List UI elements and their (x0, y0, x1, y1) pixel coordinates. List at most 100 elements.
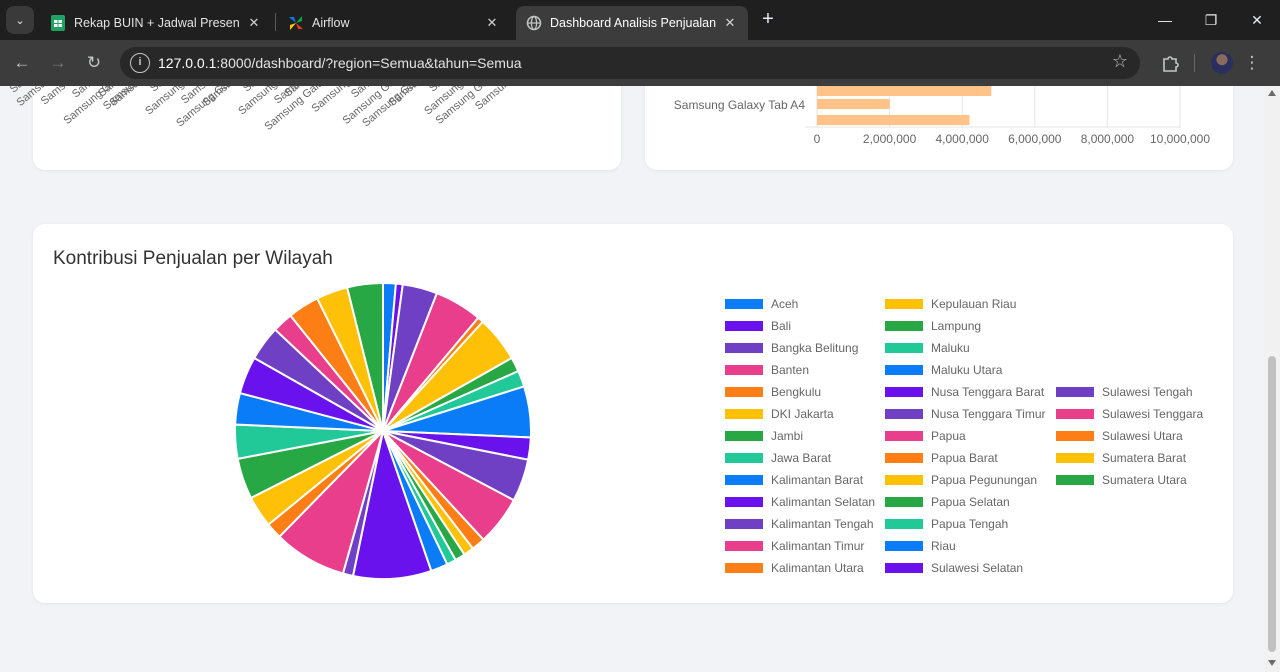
legend-item[interactable]: Papua Pegunungan (885, 473, 1037, 487)
legend-swatch (885, 299, 923, 309)
legend-item[interactable]: Kalimantan Utara (725, 561, 864, 575)
legend-swatch (885, 409, 923, 419)
legend-item[interactable]: Papua Tengah (885, 517, 1008, 531)
legend-swatch (885, 365, 923, 375)
legend-item[interactable]: Kalimantan Timur (725, 539, 864, 553)
scroll-down-icon[interactable] (1268, 660, 1276, 666)
back-icon[interactable]: ← (10, 51, 34, 75)
x-tick-label: 4,000,000 (936, 132, 990, 146)
tab-dashboard[interactable]: Dashboard Analisis Penjualan ✕ (516, 6, 748, 40)
tab-title: Airflow (312, 16, 350, 30)
legend-swatch (1056, 475, 1094, 485)
legend-swatch (725, 475, 763, 485)
tab-airflow[interactable]: Airflow ✕ (278, 6, 510, 40)
url-path: :8000/dashboard/?region=Semua&tahun=Semu… (216, 55, 522, 71)
legend-item[interactable]: Nusa Tenggara Barat (885, 385, 1044, 399)
restore-icon[interactable]: ❐ (1196, 8, 1226, 32)
legend-item[interactable]: Kalimantan Barat (725, 473, 863, 487)
legend-label: Papua Pegunungan (931, 473, 1038, 487)
url-text[interactable]: 127.0.0.1:8000/dashboard/?region=Semua&t… (158, 55, 522, 71)
legend-item[interactable]: Sulawesi Tengah (1056, 385, 1193, 399)
tab-separator (275, 13, 276, 31)
minimize-icon[interactable]: — (1150, 8, 1180, 32)
y-category-label: Samsung Galaxy Tab A4 (674, 98, 806, 112)
legend-label: Bengkulu (771, 385, 822, 399)
legend-item[interactable]: Maluku Utara (885, 363, 1002, 377)
legend-swatch (885, 343, 923, 353)
x-tick-label: 10,000,000 (1150, 132, 1210, 146)
legend-label: Papua Tengah (931, 517, 1009, 531)
legend-item[interactable]: Riau (885, 539, 956, 553)
legend-item[interactable]: Aceh (725, 297, 798, 311)
legend-swatch (725, 365, 763, 375)
close-tab-icon[interactable]: ✕ (246, 15, 262, 31)
legend-item[interactable]: Kalimantan Selatan (725, 495, 875, 509)
legend-item[interactable]: Bengkulu (725, 385, 821, 399)
close-tab-icon[interactable]: ✕ (484, 15, 500, 31)
page-scrollbar[interactable] (1264, 86, 1280, 672)
legend-item[interactable]: Jambi (725, 429, 803, 443)
legend-item[interactable]: Kalimantan Tengah (725, 517, 874, 531)
scroll-thumb[interactable] (1268, 356, 1276, 652)
legend-item[interactable]: Kepulauan Riau (885, 297, 1016, 311)
legend-item[interactable]: Sulawesi Tenggara (1056, 407, 1203, 421)
legend-label: Papua Barat (931, 451, 998, 465)
new-tab-icon[interactable]: + (756, 8, 780, 32)
legend-swatch (885, 475, 923, 485)
legend-swatch (885, 453, 923, 463)
legend-item[interactable]: Papua Barat (885, 451, 998, 465)
address-bar[interactable]: i 127.0.0.1:8000/dashboard/?region=Semua… (120, 47, 1140, 79)
bookmark-star-icon[interactable]: ☆ (1112, 51, 1128, 72)
extensions-icon[interactable] (1160, 53, 1180, 73)
tab-search-icon[interactable]: ⌄ (6, 6, 34, 34)
legend-item[interactable]: Bali (725, 319, 791, 333)
reload-icon[interactable]: ↻ (82, 51, 106, 75)
legend-swatch (725, 453, 763, 463)
page-viewport: Samsung GalSamsung GalaxSamsung GalSamsu… (0, 86, 1264, 672)
site-info-icon[interactable]: i (130, 53, 150, 73)
legend-item[interactable]: Sumatera Barat (1056, 451, 1186, 465)
x-tick-label: 8,000,000 (1081, 132, 1135, 146)
profile-avatar[interactable] (1211, 52, 1233, 74)
legend-item[interactable]: Papua Selatan (885, 495, 1010, 509)
legend-label: Kalimantan Selatan (771, 495, 876, 509)
tab-rekap-buin[interactable]: Rekap BUIN + Jadwal Presentasi ✕ (40, 6, 272, 40)
x-tick-label: 0 (814, 132, 821, 146)
legend-label: Kepulauan Riau (931, 297, 1017, 311)
legend-label: Lampung (931, 319, 982, 333)
legend-item[interactable]: DKI Jakarta (725, 407, 834, 421)
legend-item[interactable]: Banten (725, 363, 809, 377)
legend-label: Kalimantan Barat (771, 473, 864, 487)
legend-item[interactable]: Maluku (885, 341, 970, 355)
tab-strip: ⌄ Rekap BUIN + Jadwal Presentasi ✕ Airfl… (0, 0, 1280, 40)
legend-item[interactable]: Bangka Belitung (725, 341, 858, 355)
legend-label: Sulawesi Tenggara (1102, 407, 1204, 421)
legend-swatch (725, 497, 763, 507)
legend-swatch (885, 541, 923, 551)
close-window-icon[interactable]: ✕ (1242, 8, 1272, 32)
legend-swatch (725, 409, 763, 419)
menu-icon[interactable]: ⋮ (1240, 51, 1264, 75)
tab-title: Rekap BUIN + Jadwal Presentasi (74, 16, 240, 30)
legend-label: Nusa Tenggara Barat (931, 385, 1045, 399)
legend-item[interactable]: Nusa Tenggara Timur (885, 407, 1046, 421)
bar (817, 99, 890, 109)
legend-item[interactable]: Papua (885, 429, 966, 443)
legend-item[interactable]: Jawa Barat (725, 451, 831, 465)
legend-item[interactable]: Lampung (885, 319, 981, 333)
close-tab-icon[interactable]: ✕ (722, 15, 738, 31)
legend-swatch (885, 387, 923, 397)
legend-swatch (725, 431, 763, 441)
top-left-chart-card: Samsung GalSamsung GalaxSamsung GalSamsu… (8, 86, 621, 170)
tab-title: Dashboard Analisis Penjualan (550, 16, 716, 30)
legend-label: Bali (771, 319, 792, 333)
legend-item[interactable]: Sulawesi Selatan (885, 561, 1023, 575)
legend-item[interactable]: Sulawesi Utara (1056, 429, 1183, 443)
legend-label: Jawa Barat (771, 451, 832, 465)
legend-label: Sumatera Utara (1102, 473, 1187, 487)
legend-item[interactable]: Sumatera Utara (1056, 473, 1187, 487)
forward-icon[interactable]: → (46, 51, 70, 75)
chart-title: Kontribusi Penjualan per Wilayah (53, 248, 333, 269)
legend-swatch (725, 519, 763, 529)
scroll-up-icon[interactable] (1268, 90, 1276, 96)
